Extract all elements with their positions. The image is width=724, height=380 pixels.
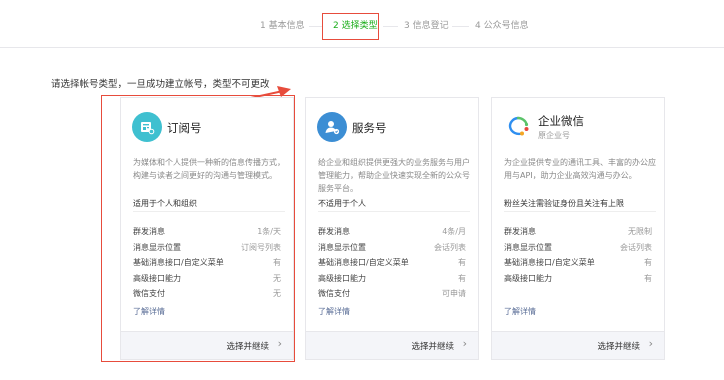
learn-more-link[interactable]: 了解详情 [318, 306, 350, 317]
step-divider [452, 26, 469, 27]
feature-value: 有 [644, 258, 652, 267]
feature-row: 群发消息 无限制 [504, 226, 652, 242]
step-basic-info: 1 基本信息 [260, 21, 305, 31]
feature-name: 群发消息 [504, 227, 536, 236]
learn-more-link[interactable]: 了解详情 [504, 306, 536, 317]
divider [318, 211, 470, 212]
feature-value: 有 [644, 273, 652, 283]
feature-row: 高级接口能力 有 [318, 273, 466, 289]
feature-value: 4条/月 [442, 227, 466, 236]
divider [504, 211, 656, 212]
card-title: 企业微信 [538, 114, 584, 128]
subscription-highlight-box [101, 95, 295, 362]
feature-list: 群发消息 4条/月 消息显示位置 会话列表 基础消息接口/自定义菜单有 高级接口能力… [318, 226, 466, 304]
service-icon [317, 112, 347, 142]
select-continue-button[interactable]: 选择并继续 › [306, 331, 478, 359]
instruction-text: 请选择帐号类型，一旦成功建立帐号，类型不可更改 [51, 79, 270, 90]
card-description: 为企业提供专业的通讯工具、丰富的办公应用与API，助力企业高效沟通与办公。 [504, 158, 656, 180]
feature-row: 消息显示位置 会话列表 [318, 242, 466, 258]
feature-value: 可申请 [442, 289, 466, 298]
select-continue-label: 选择并继续 [411, 342, 454, 352]
feature-value: 无限制 [628, 227, 652, 236]
feature-value: 会话列表 [434, 242, 466, 252]
card-subtitle: 原企业号 [538, 131, 570, 140]
feature-value: 有 [458, 258, 466, 267]
card-enterprise-wechat[interactable]: 企业微信 原企业号 为企业提供专业的通讯工具、丰富的办公应用与API，助力企业高… [491, 97, 665, 360]
feature-name: 高级接口能力 [504, 273, 552, 283]
step-info-register: 3 信息登记 [404, 21, 449, 31]
step-account-info: 4 公众号信息 [475, 21, 529, 31]
feature-row: 基础消息接口/自定义菜单 有 [318, 257, 466, 273]
card-title: 服务号 [352, 121, 387, 135]
card-suitability: 不适用于个人 [318, 199, 366, 208]
step-divider [309, 26, 322, 27]
card-service[interactable]: 服务号 给企业和组织提供更强大的业务服务与用户管理能力，帮助企业快速实现全新的公… [305, 97, 479, 360]
chevron-right-icon: › [648, 337, 653, 350]
feature-list: 群发消息 无限制 消息显示位置 会话列表 基础消息接口/自定义菜单有 高级接口能力有 [504, 226, 652, 288]
card-suitability: 粉丝关注需验证身份且关注有上限 [504, 199, 624, 208]
feature-name: 消息显示位置 [504, 242, 552, 252]
feature-row: 微信支付 可申请 [318, 288, 466, 304]
feature-value: 有 [458, 273, 466, 283]
feature-value: 会话列表 [620, 242, 652, 252]
select-continue-button[interactable]: 选择并继续 › [492, 331, 664, 359]
feature-row: 基础消息接口/自定义菜单 有 [504, 257, 652, 273]
step-select-type: 2 选择类型 [333, 21, 378, 31]
feature-name: 高级接口能力 [318, 273, 366, 283]
select-continue-label: 选择并继续 [597, 342, 640, 352]
feature-name: 微信支付 [318, 289, 350, 298]
enterprise-wechat-icon [503, 112, 533, 142]
card-description: 给企业和组织提供更强大的业务服务与用户管理能力，帮助企业快速实现全新的公众号服务… [318, 158, 470, 193]
feature-row: 消息显示位置 会话列表 [504, 242, 652, 258]
feature-name: 消息显示位置 [318, 242, 366, 252]
feature-name: 群发消息 [318, 227, 350, 236]
step-divider [383, 26, 398, 27]
feature-row: 高级接口能力 有 [504, 273, 652, 289]
feature-name: 基础消息接口/自定义菜单 [504, 258, 595, 267]
registration-stepper: 1 基本信息 2 选择类型 3 信息登记 4 公众号信息 [0, 0, 724, 48]
feature-name: 基础消息接口/自定义菜单 [318, 258, 409, 267]
chevron-right-icon: › [462, 337, 467, 350]
feature-row: 群发消息 4条/月 [318, 226, 466, 242]
